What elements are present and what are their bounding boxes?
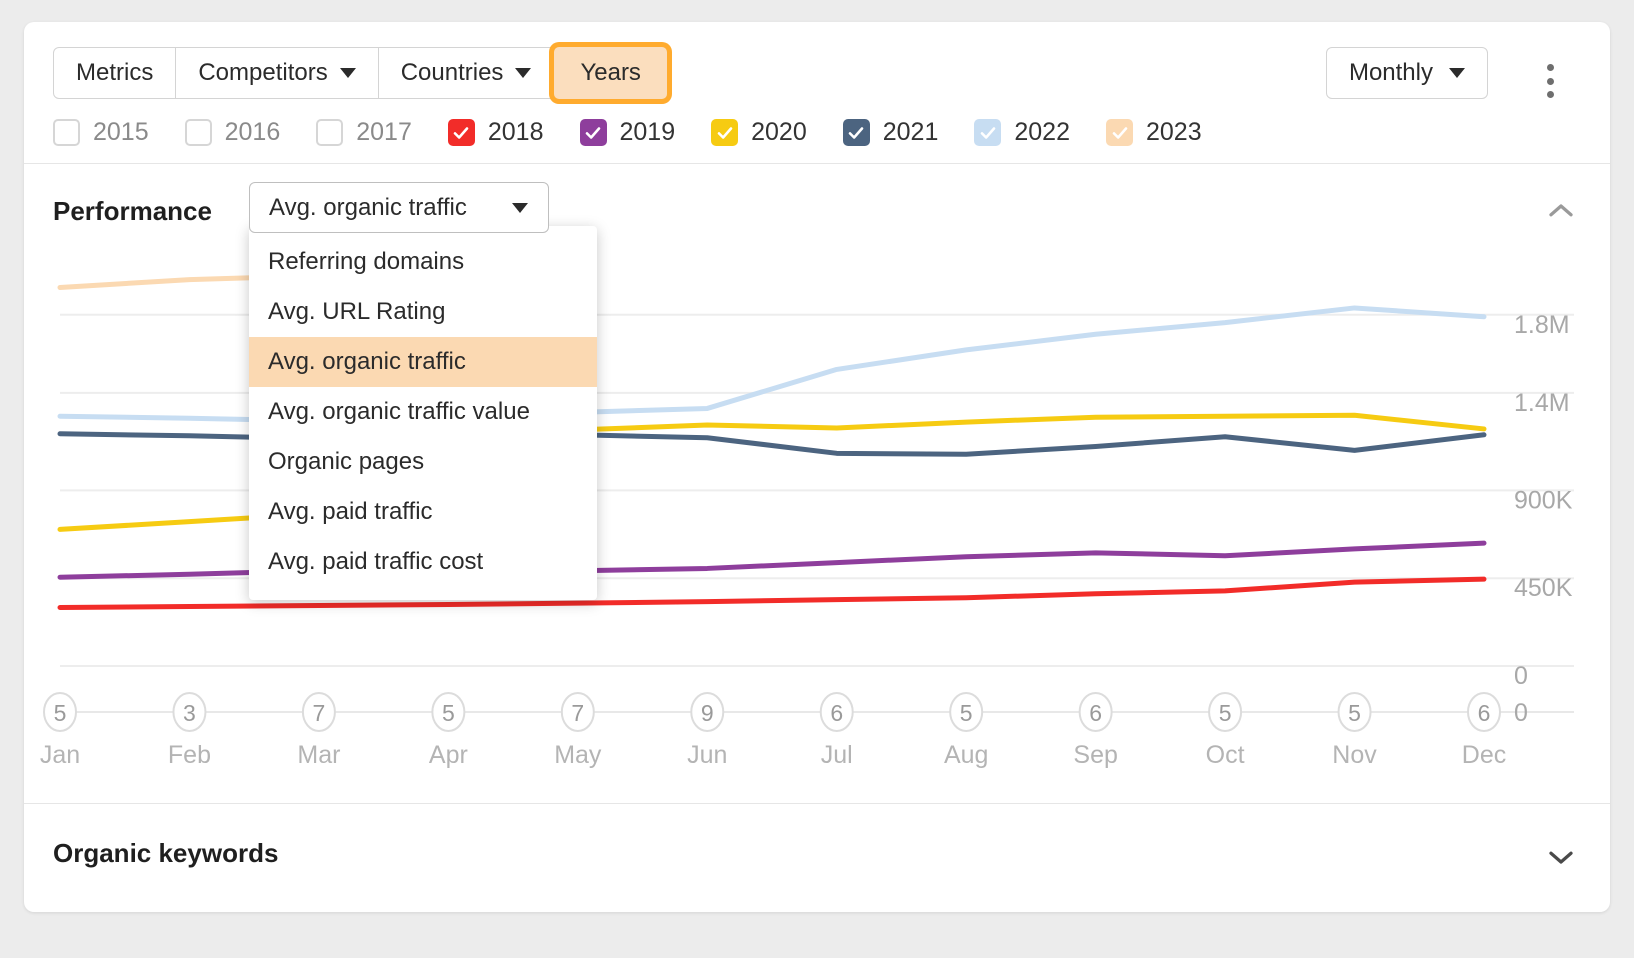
dropdown-option-avg-organic-traffic[interactable]: Avg. organic traffic bbox=[249, 337, 597, 387]
y-axis-tick-label: 1.4M bbox=[1514, 389, 1570, 417]
x-axis-tick-label: Oct bbox=[1206, 741, 1245, 769]
dropdown-option-avg-url-rating[interactable]: Avg. URL Rating bbox=[249, 287, 597, 337]
year-checkbox-row: 2015 2016 2017 2018 2019 2020 2021 2022 2023 bbox=[53, 118, 1238, 147]
year-label: 2022 bbox=[1014, 118, 1070, 146]
year-checkbox-2018[interactable]: 2018 bbox=[447, 118, 544, 147]
checkbox-empty-icon[interactable] bbox=[53, 119, 80, 146]
period-select-button[interactable]: Monthly bbox=[1325, 47, 1488, 99]
checkbox-checked-icon[interactable] bbox=[842, 119, 870, 146]
x-axis-tick-label: Aug bbox=[944, 741, 988, 769]
dropdown-option-avg-paid-traffic-cost[interactable]: Avg. paid traffic cost bbox=[249, 537, 597, 587]
year-checkbox-2017[interactable]: 2017 bbox=[316, 118, 412, 147]
x-axis-tick-label: Feb bbox=[168, 741, 211, 769]
x-axis-tick-label: Apr bbox=[429, 741, 468, 769]
filter-metrics-button[interactable]: Metrics bbox=[54, 48, 177, 98]
kebab-dot bbox=[1546, 64, 1554, 71]
metric-dropdown-menu: Referring domains Avg. URL Rating Avg. org… bbox=[249, 226, 597, 600]
year-label: 2021 bbox=[882, 118, 939, 146]
year-checkbox-2023[interactable]: 2023 bbox=[1106, 118, 1202, 147]
chevron-down-icon bbox=[1449, 68, 1465, 78]
month-count-value: 6 bbox=[830, 700, 843, 726]
year-label: 2023 bbox=[1146, 118, 1202, 146]
month-count-value: 6 bbox=[1478, 700, 1491, 726]
metric-select-button[interactable]: Avg. organic traffic bbox=[249, 182, 549, 233]
dropdown-option-referring-domains[interactable]: Referring domains bbox=[249, 237, 597, 287]
chevron-down-icon bbox=[339, 68, 356, 78]
month-count-value: 6 bbox=[1089, 700, 1102, 726]
year-label: 2017 bbox=[356, 118, 412, 146]
x-axis-tick-label: Sep bbox=[1073, 741, 1117, 769]
month-count-value: 5 bbox=[54, 700, 67, 726]
collapse-performance-button[interactable] bbox=[1546, 196, 1576, 226]
year-checkbox-2015[interactable]: 2015 bbox=[53, 118, 149, 147]
filter-years-button[interactable]: Years bbox=[554, 47, 667, 99]
year-checkbox-2019[interactable]: 2019 bbox=[579, 118, 676, 147]
performance-section: Performance Avg. organic traffic 1.8M 1.4… bbox=[24, 164, 1610, 804]
filter-countries-button[interactable]: Countries bbox=[379, 48, 555, 98]
chevron-down-icon bbox=[515, 68, 532, 78]
x-axis-tick-label: Dec bbox=[1462, 741, 1506, 769]
y-axis-tick-label: 1.8M bbox=[1514, 311, 1570, 339]
dropdown-option-avg-organic-traffic-value[interactable]: Avg. organic traffic value bbox=[249, 387, 597, 437]
filters-toolbar: Metrics Competitors Countries Years Mont… bbox=[24, 22, 1610, 164]
month-count-value: 9 bbox=[701, 700, 714, 726]
checkbox-empty-icon[interactable] bbox=[316, 119, 344, 146]
organic-keywords-section[interactable]: Organic keywords bbox=[24, 804, 1610, 909]
month-count-value: 5 bbox=[442, 700, 455, 726]
month-count-value: 5 bbox=[960, 700, 973, 726]
dropdown-option-avg-paid-traffic[interactable]: Avg. paid traffic bbox=[249, 487, 597, 537]
checkbox-empty-icon[interactable] bbox=[184, 119, 212, 146]
checkbox-checked-icon[interactable] bbox=[447, 119, 475, 146]
filter-years-label: Years bbox=[580, 59, 641, 86]
x-axis-tick-label: Nov bbox=[1332, 741, 1377, 769]
year-checkbox-2020[interactable]: 2020 bbox=[711, 118, 807, 147]
chevron-down-icon bbox=[512, 202, 528, 213]
more-options-button[interactable] bbox=[1532, 60, 1568, 102]
checkbox-checked-icon[interactable] bbox=[1106, 119, 1133, 146]
year-checkbox-2021[interactable]: 2021 bbox=[842, 118, 939, 147]
checkbox-checked-icon[interactable] bbox=[579, 119, 607, 146]
expand-organic-keywords-button[interactable] bbox=[1546, 842, 1576, 872]
year-label: 2016 bbox=[224, 118, 281, 146]
year-label: 2020 bbox=[751, 118, 807, 146]
metric-select-value: Avg. organic traffic bbox=[269, 193, 467, 221]
checkbox-checked-icon[interactable] bbox=[974, 119, 1002, 146]
filter-countries-label: Countries bbox=[400, 59, 504, 86]
kebab-dot bbox=[1546, 91, 1554, 98]
y-axis-tick-label: 450K bbox=[1514, 574, 1573, 602]
year-checkbox-2016[interactable]: 2016 bbox=[184, 118, 281, 147]
x-axis-tick-label: May bbox=[554, 741, 602, 769]
month-count-value: 7 bbox=[571, 700, 584, 726]
performance-card: Metrics Competitors Countries Years Mont… bbox=[24, 22, 1610, 912]
page-title: Performance bbox=[53, 196, 212, 226]
checkbox-checked-icon[interactable] bbox=[711, 119, 739, 146]
organic-keywords-title: Organic keywords bbox=[53, 838, 279, 868]
period-select-label: Monthly bbox=[1348, 59, 1433, 86]
y-axis-tick-label: 900K bbox=[1514, 486, 1573, 514]
x-axis-tick-label: Mar bbox=[297, 741, 340, 769]
month-count-value: 5 bbox=[1219, 700, 1232, 726]
x-axis-tick-label: Jan bbox=[40, 741, 80, 769]
month-count-value: 3 bbox=[183, 700, 196, 726]
month-count-value: 7 bbox=[313, 700, 326, 726]
y-axis-zero-label: 0 bbox=[1514, 699, 1528, 727]
year-label: 2019 bbox=[619, 118, 676, 146]
x-axis-tick-label: Jun bbox=[687, 741, 727, 769]
month-count-value: 5 bbox=[1348, 700, 1361, 726]
year-label: 2015 bbox=[93, 118, 149, 146]
year-checkbox-2022[interactable]: 2022 bbox=[974, 118, 1070, 147]
filter-metrics-label: Metrics bbox=[76, 59, 154, 86]
dropdown-option-organic-pages[interactable]: Organic pages bbox=[249, 437, 597, 487]
filter-competitors-label: Competitors bbox=[198, 59, 328, 86]
kebab-dot bbox=[1546, 77, 1554, 85]
filter-button-group: Metrics Competitors Countries Years bbox=[53, 47, 668, 99]
x-axis-tick-label: Jul bbox=[821, 741, 853, 769]
filter-competitors-button[interactable]: Competitors bbox=[176, 48, 379, 98]
y-axis-tick-label: 0 bbox=[1514, 662, 1528, 690]
year-label: 2018 bbox=[487, 118, 544, 146]
